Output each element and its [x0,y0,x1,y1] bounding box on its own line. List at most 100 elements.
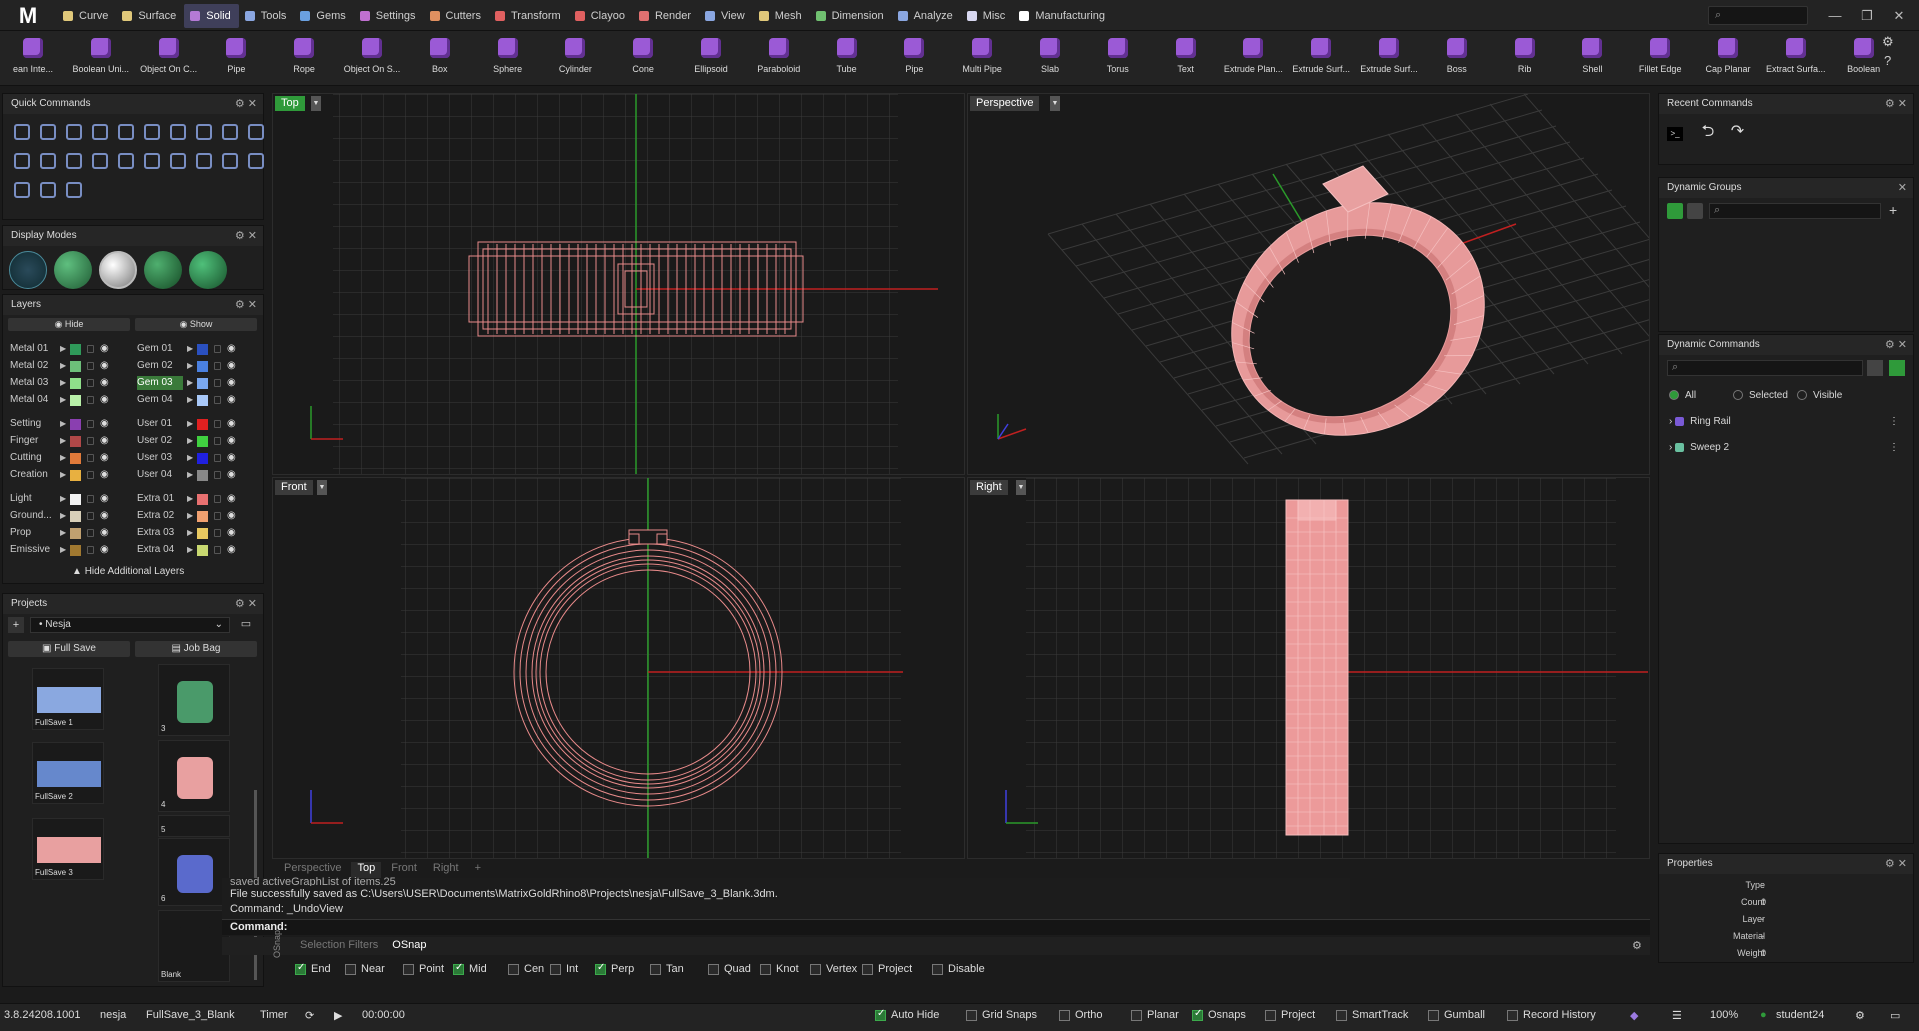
toggle-gumball[interactable]: Gumball [1428,1009,1485,1021]
play-icon[interactable]: ▶ [187,342,193,356]
more-icon[interactable]: ⋮ [1889,409,1899,435]
layer-row[interactable]: Creation ▶ ◉ [10,468,128,482]
eye-icon[interactable]: ◉ [100,526,109,540]
viewport-label-right[interactable]: Right [970,480,1008,495]
quick-command-slot[interactable] [191,147,217,176]
layer-row[interactable]: Extra 04 ▶ ◉ [137,543,255,557]
layer-row[interactable]: Metal 01 ▶ ◉ [10,342,128,356]
eye-icon[interactable]: ◉ [100,376,109,390]
viewport-top[interactable]: Top ▼ [272,93,965,475]
job-bag-button[interactable]: ▤ Job Bag [135,641,257,657]
filter-selected[interactable]: Selected [1733,390,1788,401]
eye-icon[interactable]: ◉ [100,509,109,523]
quick-command-slot[interactable] [217,147,243,176]
settings-icon[interactable]: ⚙ [1882,34,1894,50]
layer-color-swatch[interactable] [70,436,81,447]
eye-icon[interactable]: ◉ [227,376,236,390]
group-filter-icon[interactable] [1687,203,1703,219]
lock-icon[interactable] [87,396,94,404]
tab-settings[interactable]: Settings [354,4,424,28]
checkbox[interactable] [550,963,561,975]
minimize-button[interactable]: — [1820,6,1850,26]
osnap-end[interactable]: End [295,962,331,975]
eye-icon[interactable]: ◉ [227,342,236,356]
checkbox[interactable] [1507,1009,1518,1021]
panel-close-icon[interactable]: ⚙ ✕ [1885,335,1907,355]
eye-icon[interactable]: ◉ [227,417,236,431]
layer-color-swatch[interactable] [197,419,208,430]
tool-button[interactable]: Cone [610,34,676,84]
tab-gems[interactable]: Gems [294,4,353,28]
layer-color-swatch[interactable] [197,470,208,481]
lock-icon[interactable] [214,546,221,554]
layer-row[interactable]: User 04 ▶ ◉ [137,468,255,482]
checkbox[interactable] [810,963,821,975]
eye-icon[interactable]: ◉ [100,342,109,356]
quick-command-slot[interactable] [243,118,269,147]
shaded-mode-icon[interactable] [54,251,93,289]
checkbox[interactable] [453,962,464,975]
view-tab-+[interactable]: + [469,862,487,878]
viewport-menu-icon[interactable]: ▼ [1050,96,1060,111]
quick-command-slot[interactable] [113,147,139,176]
eye-icon[interactable]: ◉ [100,417,109,431]
eye-icon[interactable]: ◉ [100,434,109,448]
osnap-disable[interactable]: Disable [932,963,985,975]
project-thumbnail[interactable]: FullSave 1 [32,668,104,730]
layer-color-swatch[interactable] [197,453,208,464]
tool-button[interactable]: Box [407,34,473,84]
tool-button[interactable]: Ellipsoid [678,34,744,84]
quick-command-slot[interactable] [113,118,139,147]
layer-color-swatch[interactable] [197,436,208,447]
play-icon[interactable]: ▶ [60,434,66,448]
list-view-icon[interactable] [1889,360,1905,376]
viewport-menu-icon[interactable]: ▼ [317,480,327,495]
checkbox[interactable] [1059,1009,1070,1021]
tab-view[interactable]: View [699,4,753,28]
sort-icon[interactable] [1867,360,1883,376]
play-icon[interactable]: ▶ [187,359,193,373]
toggle-planar[interactable]: Planar [1131,1009,1179,1021]
tab-solid[interactable]: Solid [184,4,239,28]
view-tab-right[interactable]: Right [427,862,465,878]
tool-button[interactable]: Multi Pipe [949,34,1015,84]
play-icon[interactable]: ▶ [187,376,193,390]
play-icon[interactable]: ▶ [187,451,193,465]
osnap-point[interactable]: Point [403,963,444,975]
tab-transform[interactable]: Transform [489,4,569,28]
eye-icon[interactable]: ◉ [100,451,109,465]
group-search-input[interactable]: ⌕ [1709,203,1881,219]
hide-layers-button[interactable]: ◉ Hide [8,318,130,331]
play-icon[interactable]: ▶ [187,543,193,557]
play-icon[interactable]: ▶ [60,492,66,506]
hide-additional-layers-button[interactable]: ▲ Hide Additional Layers [72,566,184,577]
tool-button[interactable]: Fillet Edge [1627,34,1693,84]
viewport-menu-icon[interactable]: ▼ [311,96,321,111]
viewport-front[interactable]: Front ▼ [272,477,965,859]
tool-button[interactable]: Cylinder [542,34,608,84]
radio[interactable] [1797,390,1807,401]
layer-row[interactable]: Metal 04 ▶ ◉ [10,393,128,407]
eye-icon[interactable]: ◉ [227,526,236,540]
toggle-ortho[interactable]: Ortho [1059,1009,1103,1021]
osnap-knot[interactable]: Knot [760,963,799,975]
terminal-icon[interactable]: >_ [1667,127,1683,141]
lock-icon[interactable] [214,512,221,520]
chat-icon[interactable]: ▭ [1890,1009,1900,1022]
layer-row[interactable]: Setting ▶ ◉ [10,417,128,431]
layer-row[interactable]: Prop ▶ ◉ [10,526,128,540]
toggle-auto-hide[interactable]: Auto Hide [875,1008,939,1021]
checkbox[interactable] [295,962,306,975]
play-icon[interactable]: ▶ [60,393,66,407]
play-icon[interactable]: ▶ [187,492,193,506]
command-input[interactable]: Command: [222,919,1650,935]
play-icon[interactable]: ▶ [60,526,66,540]
zoom-label[interactable]: 100% [1710,1009,1738,1021]
toggle-osnaps[interactable]: Osnaps [1192,1008,1246,1021]
checkbox[interactable] [708,963,719,975]
checkbox[interactable] [1192,1008,1203,1021]
tool-button[interactable]: Shell [1559,34,1625,84]
layer-color-swatch[interactable] [197,528,208,539]
panel-close-icon[interactable]: ⚙ ✕ [235,594,257,614]
tool-button[interactable]: Tube [814,34,880,84]
